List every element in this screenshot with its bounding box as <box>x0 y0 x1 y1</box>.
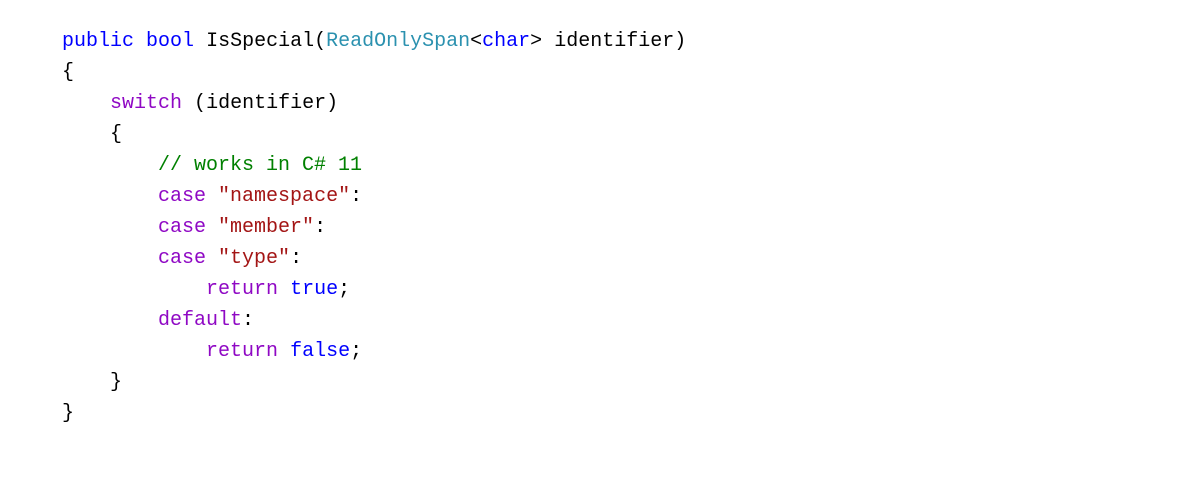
keyword-char: char <box>482 30 530 53</box>
colon-2: : <box>314 216 326 239</box>
type-readonlyspan: ReadOnlySpan <box>326 30 470 53</box>
switch-paren-open: ( <box>194 92 206 115</box>
comment-line: // works in C# 11 <box>158 154 362 177</box>
colon-3: : <box>290 247 302 270</box>
code-block: public bool IsSpecial(ReadOnlySpan<char>… <box>0 0 1200 455</box>
switch-expr: identifier <box>206 92 326 115</box>
paren-close: ) <box>674 30 686 53</box>
paren-open: ( <box>314 30 326 53</box>
method-brace-close: } <box>62 402 74 425</box>
string-member: "member" <box>218 216 314 239</box>
method-brace-open: { <box>62 61 74 84</box>
keyword-case-2: case <box>158 216 206 239</box>
method-name: IsSpecial <box>206 30 314 53</box>
keyword-case-1: case <box>158 185 206 208</box>
keyword-return-2: return <box>206 340 278 363</box>
colon-1: : <box>350 185 362 208</box>
param-identifier: identifier <box>554 30 674 53</box>
keyword-default: default <box>158 309 242 332</box>
colon-4: : <box>242 309 254 332</box>
angle-close: > <box>530 30 542 53</box>
string-type: "type" <box>218 247 290 270</box>
keyword-return-1: return <box>206 278 278 301</box>
semicolon-2: ; <box>350 340 362 363</box>
keyword-false: false <box>290 340 350 363</box>
semicolon-1: ; <box>338 278 350 301</box>
keyword-true: true <box>290 278 338 301</box>
switch-brace-open: { <box>110 123 122 146</box>
keyword-bool: bool <box>146 30 194 53</box>
keyword-public: public <box>62 30 134 53</box>
keyword-case-3: case <box>158 247 206 270</box>
keyword-switch: switch <box>110 92 182 115</box>
switch-brace-close: } <box>110 371 122 394</box>
string-namespace: "namespace" <box>218 185 350 208</box>
switch-paren-close: ) <box>326 92 338 115</box>
angle-open: < <box>470 30 482 53</box>
